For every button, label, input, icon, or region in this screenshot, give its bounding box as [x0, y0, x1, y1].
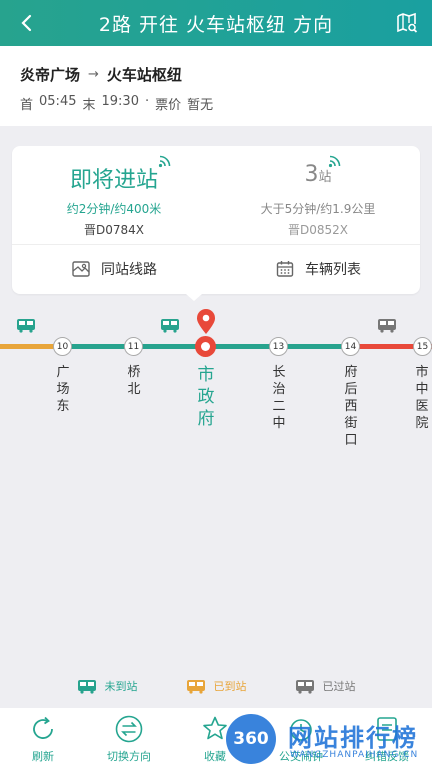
next-bus-eta: 约2分钟/约400米 [66, 202, 162, 216]
second-bus-stops: 3站 [216, 162, 420, 187]
swap-icon [114, 714, 144, 744]
watermark: 360 网站排行榜 WANGZHANPAIHANG.CN [226, 712, 432, 768]
map-button[interactable] [394, 10, 420, 36]
map-icon [72, 261, 90, 277]
same-station-lines-button[interactable]: 同站线路 [12, 244, 216, 294]
route-from: 炎帝广场 [20, 66, 81, 84]
legend: 未到站 已到站 已过站 [0, 674, 432, 698]
stops-count: 3 [304, 162, 319, 187]
realtime-signal-icon [158, 155, 171, 168]
bus-arrived-icon [186, 679, 205, 694]
legend-passed: 已过站 [295, 674, 356, 698]
watermark-name: 网站排行榜 [288, 724, 418, 752]
stop-name-11[interactable]: 桥北 [126, 364, 142, 398]
route-schedule: 首 05:45 末 19:30 · 票价 暂无 [20, 94, 213, 113]
second-bus-info[interactable]: 3站 大于5分钟/约1.9公里 晋D0852X [216, 146, 420, 244]
stop-marker-10[interactable]: 10 [53, 337, 72, 356]
refresh-icon [28, 714, 58, 744]
chevron-left-icon [21, 14, 32, 32]
fare-value: 暂无 [187, 98, 214, 113]
bus-icon[interactable] [160, 318, 180, 333]
last-bus-label: 末 [82, 98, 96, 113]
second-bus-eta: 大于5分钟/约1.9公里 [260, 202, 376, 216]
location-pin-icon [197, 309, 215, 334]
realtime-signal-icon [328, 155, 341, 168]
route-segment-passed [0, 344, 55, 349]
stop-name-10[interactable]: 广场东 [55, 364, 71, 415]
legend-passed-label: 已过站 [322, 680, 356, 693]
stop-name-14[interactable]: 府后西街口 [343, 364, 359, 449]
route-diagram: 10 11 13 14 15 广场东 桥北 市政府 长治二中 府后西街口 市中医… [0, 300, 432, 460]
bus-icon[interactable] [16, 318, 36, 333]
arrival-card: 即将进站 约2分钟/约400米 晋D0784X 3站 大于5分钟/约1.9公里 … [12, 146, 420, 294]
refresh-button[interactable]: 刷新 [0, 714, 86, 768]
route-info: 炎帝广场 → 火车站枢纽 首 05:45 末 19:30 · 票价 暂无 [0, 46, 432, 126]
switch-direction-label: 切换方向 [107, 750, 151, 763]
last-bus-time: 19:30 [101, 94, 139, 109]
arrow-right-icon: → [88, 67, 99, 82]
stop-marker-14[interactable]: 14 [341, 337, 360, 356]
stops-unit: 站 [318, 170, 332, 185]
stop-marker-13[interactable]: 13 [269, 337, 288, 356]
legend-arrived: 已到站 [186, 674, 247, 698]
stop-marker-11[interactable]: 11 [124, 337, 143, 356]
vehicle-list-button[interactable]: 车辆列表 [216, 244, 420, 294]
bus-passed-icon[interactable] [377, 318, 397, 333]
legend-not-arrived: 未到站 [77, 674, 138, 698]
watermark-logo: 360 [226, 714, 276, 764]
stop-marker-15[interactable]: 15 [413, 337, 432, 356]
bus-icon [77, 679, 96, 694]
current-stop-dot [201, 342, 210, 351]
stop-name-13[interactable]: 长治二中 [271, 364, 287, 432]
next-bus-status: 即将进站 [69, 168, 158, 193]
meta-separator: · [144, 94, 150, 109]
current-stop-marker[interactable] [195, 336, 216, 357]
next-bus-info[interactable]: 即将进站 约2分钟/约400米 晋D0784X [12, 146, 216, 244]
calendar-icon [276, 261, 294, 277]
watermark-url: WANGZHANPAIHANG.CN [290, 750, 419, 760]
top-bar: 2路 开往 火车站枢纽 方向 [0, 0, 432, 46]
second-bus-plate: 晋D0852X [287, 223, 348, 237]
stop-name-current[interactable]: 市政府 [196, 364, 216, 430]
stop-name-15[interactable]: 市中医院 [414, 364, 430, 432]
fare-label: 票价 [155, 98, 182, 113]
route-to: 火车站枢纽 [106, 66, 182, 84]
refresh-label: 刷新 [32, 750, 54, 763]
first-bus-label: 首 [20, 98, 34, 113]
first-bus-time: 05:45 [39, 94, 77, 109]
vehicle-list-label: 车辆列表 [305, 262, 361, 278]
map-search-icon [397, 12, 418, 33]
route-endpoints: 炎帝广场 → 火车站枢纽 [20, 64, 182, 85]
next-bus-plate: 晋D0784X [83, 223, 144, 237]
legend-arrived-label: 已到站 [213, 680, 247, 693]
same-station-lines-label: 同站线路 [101, 262, 157, 278]
back-button[interactable] [14, 10, 40, 36]
switch-direction-button[interactable]: 切换方向 [86, 714, 172, 768]
legend-not-arrived-label: 未到站 [104, 680, 138, 693]
bus-passed-icon [295, 679, 314, 694]
page-title: 2路 开往 火车站枢纽 方向 [98, 14, 334, 36]
